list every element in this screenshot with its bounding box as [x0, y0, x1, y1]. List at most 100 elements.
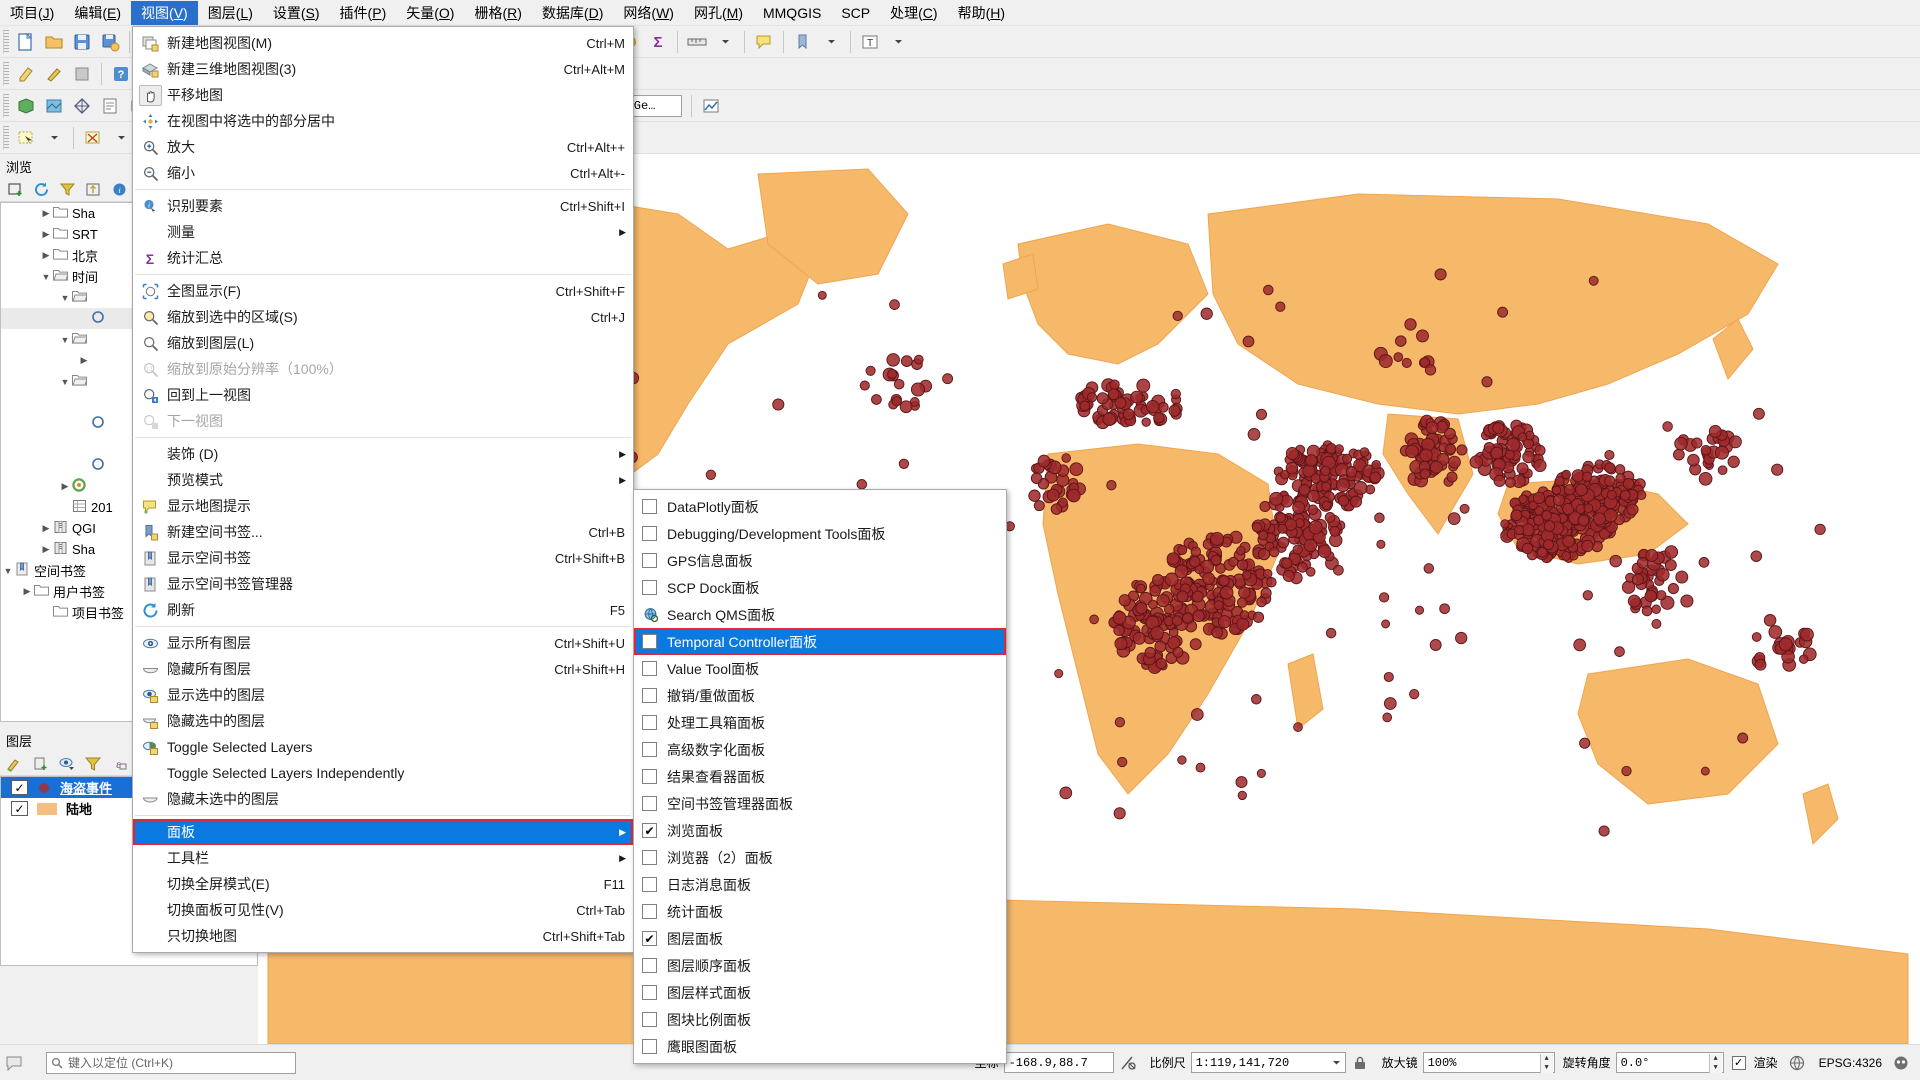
- view-menu-item-20[interactable]: 显示地图提示: [133, 493, 633, 519]
- chevron-right-icon[interactable]: ▶: [77, 355, 91, 366]
- view-menu-item-29[interactable]: 隐藏选中的图层: [133, 708, 633, 734]
- view-menu-item-28[interactable]: 显示选中的图层: [133, 682, 633, 708]
- view-menu-item-15[interactable]: 回到上一视图: [133, 382, 633, 408]
- view-menu-item-23[interactable]: 显示空间书签管理器: [133, 571, 633, 597]
- spin-up-icon[interactable]: ▲: [1709, 1054, 1722, 1064]
- add-layer-icon[interactable]: [4, 180, 26, 200]
- filter-legend-icon[interactable]: [82, 754, 104, 774]
- add-delimited-text-icon[interactable]: [97, 93, 123, 119]
- toolbar-grip[interactable]: [3, 93, 9, 118]
- panel-menu-item-3[interactable]: SCP Dock面板: [634, 574, 1006, 601]
- menubar-item-9[interactable]: 网络(W): [613, 1, 684, 25]
- panel-menu-item-10[interactable]: 结果查看器面板: [634, 763, 1006, 790]
- chevron-right-icon[interactable]: ▶: [39, 229, 53, 240]
- view-menu-item-35[interactable]: 工具栏 ▶: [133, 845, 633, 871]
- chevron-right-icon[interactable]: ▶: [20, 586, 34, 597]
- view-menu-item-36[interactable]: 切换全屏模式(E) F11: [133, 871, 633, 897]
- chevron-down-icon[interactable]: [1332, 1058, 1341, 1067]
- view-menu-item-16[interactable]: 下一视图: [133, 408, 633, 434]
- menubar-item-13[interactable]: 处理(C): [880, 1, 947, 25]
- view-menu-item-19[interactable]: 预览模式 ▶: [133, 467, 633, 493]
- filter-icon[interactable]: [56, 180, 78, 200]
- chevron-down-icon[interactable]: ▼: [1, 566, 15, 576]
- panel-menu-item-20[interactable]: 鹰眼图面板: [634, 1033, 1006, 1060]
- view-menu-item-4[interactable]: 放大 Ctrl+Alt++: [133, 134, 633, 160]
- view-menu-item-37[interactable]: 切换面板可见性(V) Ctrl+Tab: [133, 897, 633, 923]
- rotation-spin-arrows[interactable]: ▲ ▼: [1708, 1054, 1722, 1073]
- magnifier-spin-arrows[interactable]: ▲ ▼: [1539, 1054, 1553, 1073]
- panel-menu-item-1[interactable]: Debugging/Development Tools面板: [634, 520, 1006, 547]
- view-menu-item-0[interactable]: 新建地图视图(M) Ctrl+M: [133, 30, 633, 56]
- panel-menu-checkbox[interactable]: [642, 958, 657, 973]
- statistics-sigma-icon[interactable]: Σ: [645, 29, 671, 55]
- chevron-down-icon[interactable]: ▼: [58, 335, 72, 345]
- panel-menu-checkbox[interactable]: [642, 904, 657, 919]
- manage-visibility-icon[interactable]: [56, 754, 78, 774]
- view-menu-item-13[interactable]: 缩放到图层(L): [133, 330, 633, 356]
- expression-filter-icon[interactable]: ε: [108, 754, 130, 774]
- bookmark-dropdown-icon[interactable]: [818, 29, 844, 55]
- view-menu-item-21[interactable]: 新建空间书签... Ctrl+B: [133, 519, 633, 545]
- magnifier-spinbox[interactable]: 100% ▲ ▼: [1422, 1052, 1555, 1073]
- crs-value[interactable]: EPSG:4326: [1819, 1056, 1882, 1070]
- toolbar-grip[interactable]: [3, 125, 9, 150]
- view-menu-item-3[interactable]: 在视图中将选中的部分居中: [133, 108, 633, 134]
- chevron-down-icon[interactable]: ▼: [58, 293, 72, 303]
- select-features-icon[interactable]: [13, 125, 39, 151]
- view-menu-item-27[interactable]: 隐藏所有图层 Ctrl+Shift+H: [133, 656, 633, 682]
- layer-visibility-checkbox[interactable]: ✓: [11, 801, 28, 816]
- open-project-icon[interactable]: [41, 29, 67, 55]
- panel-menu-item-19[interactable]: 图块比例面板: [634, 1006, 1006, 1033]
- menubar-item-4[interactable]: 设置(S): [263, 1, 330, 25]
- panel-menu-item-14[interactable]: 日志消息面板: [634, 871, 1006, 898]
- panel-menu-checkbox[interactable]: [642, 850, 657, 865]
- panel-menu-item-12[interactable]: ✔ 浏览面板: [634, 817, 1006, 844]
- panel-menu-checkbox[interactable]: ✔: [642, 931, 657, 946]
- menubar-item-2[interactable]: 视图(V): [131, 0, 198, 25]
- messages-icon[interactable]: [1888, 1050, 1914, 1076]
- help-icon[interactable]: ?: [108, 61, 134, 87]
- panel-menu-item-9[interactable]: 高级数字化面板: [634, 736, 1006, 763]
- toggle-extents-icon[interactable]: [1115, 1050, 1141, 1076]
- current-edits-icon[interactable]: [13, 61, 39, 87]
- panel-menu-item-16[interactable]: ✔ 图层面板: [634, 925, 1006, 952]
- panel-menu-item-17[interactable]: 图层顺序面板: [634, 952, 1006, 979]
- panel-menu-checkbox[interactable]: [642, 526, 657, 541]
- view-menu-item-1[interactable]: 新建三维地图视图(3) Ctrl+Alt+M: [133, 56, 633, 82]
- panel-menu-checkbox[interactable]: [642, 796, 657, 811]
- view-menu-item-11[interactable]: 全图显示(F) Ctrl+Shift+F: [133, 278, 633, 304]
- menubar-item-12[interactable]: SCP: [831, 1, 880, 25]
- spin-down-icon[interactable]: ▼: [1540, 1063, 1553, 1073]
- panel-menu-checkbox[interactable]: [642, 553, 657, 568]
- menubar-item-0[interactable]: 项目(J): [0, 1, 64, 25]
- save-project-icon[interactable]: [69, 29, 95, 55]
- measure-icon[interactable]: [684, 29, 710, 55]
- deselect-features-icon[interactable]: [80, 125, 106, 151]
- menubar-item-5[interactable]: 插件(P): [330, 1, 397, 25]
- view-menu-item-12[interactable]: 缩放到选中的区域(S) Ctrl+J: [133, 304, 633, 330]
- properties-info-icon[interactable]: i: [108, 180, 130, 200]
- panel-menu-item-6[interactable]: Value Tool面板: [634, 655, 1006, 682]
- chevron-right-icon[interactable]: ▶: [39, 250, 53, 261]
- scale-combo[interactable]: 1:119,141,720: [1190, 1052, 1346, 1073]
- spin-down-icon[interactable]: ▼: [1709, 1063, 1722, 1073]
- panel-menu-checkbox[interactable]: [642, 1039, 657, 1054]
- view-menu-item-2[interactable]: 平移地图: [133, 82, 633, 108]
- rotation-spinbox[interactable]: 0.0° ▲ ▼: [1615, 1052, 1724, 1073]
- map-tips-icon[interactable]: [751, 29, 777, 55]
- menubar-item-8[interactable]: 数据库(D): [532, 1, 613, 25]
- panel-menu-item-2[interactable]: GPS信息面板: [634, 547, 1006, 574]
- menubar-item-11[interactable]: MMQGIS: [753, 1, 831, 25]
- chevron-right-icon[interactable]: ▶: [39, 208, 53, 219]
- add-mesh-layer-icon[interactable]: [69, 93, 95, 119]
- text-annotation-icon[interactable]: T: [857, 29, 883, 55]
- panel-menu-checkbox[interactable]: [642, 769, 657, 784]
- menubar-item-7[interactable]: 栅格(R): [464, 1, 531, 25]
- chevron-down-icon[interactable]: ▼: [39, 272, 53, 282]
- view-menu-item-30[interactable]: Toggle Selected Layers: [133, 734, 633, 760]
- collapse-all-icon[interactable]: [82, 180, 104, 200]
- panel-menu-item-15[interactable]: 统计面板: [634, 898, 1006, 925]
- view-menu-item-26[interactable]: 显示所有图层 Ctrl+Shift+U: [133, 630, 633, 656]
- panel-menu-checkbox[interactable]: [642, 715, 657, 730]
- view-menu-item-34[interactable]: 面板 ▶: [133, 819, 633, 845]
